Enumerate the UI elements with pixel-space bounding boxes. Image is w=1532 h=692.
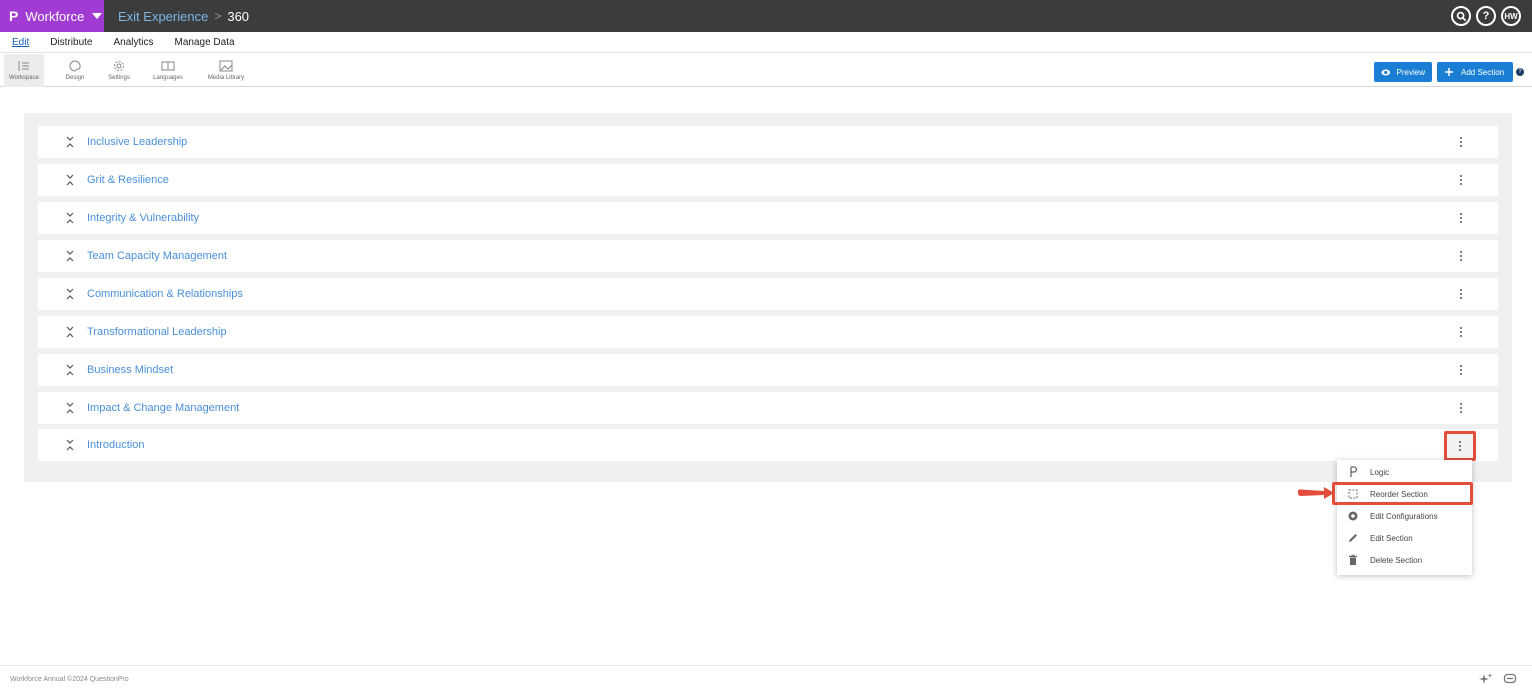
questionpro-logo-icon: P	[9, 8, 19, 24]
section-row[interactable]: Business Mindset	[38, 354, 1498, 386]
collapse-icon[interactable]	[65, 438, 75, 452]
image-icon	[219, 60, 233, 72]
annotation-arrow-icon	[1298, 487, 1334, 499]
product-name: Workforce	[25, 8, 85, 24]
breadcrumb-survey-link[interactable]: Exit Experience	[118, 9, 208, 24]
kebab-menu-icon[interactable]	[1454, 325, 1468, 339]
collapse-icon[interactable]	[65, 173, 75, 187]
kebab-menu-icon[interactable]	[1454, 363, 1468, 377]
section-row[interactable]: Impact & Change Management	[38, 392, 1498, 424]
collapse-icon[interactable]	[65, 211, 75, 225]
collapse-icon[interactable]	[65, 401, 75, 415]
section-context-menu: Logic Reorder Section Edit Configuration…	[1337, 460, 1472, 575]
section-title[interactable]: Business Mindset	[87, 364, 173, 376]
caret-down-icon	[92, 13, 103, 19]
section-title[interactable]: Transformational Leadership	[87, 326, 227, 338]
sparkle-icon[interactable]	[1479, 672, 1493, 686]
menu-item-edit-section[interactable]: Edit Section	[1337, 528, 1472, 548]
preview-button[interactable]: Preview	[1374, 62, 1432, 82]
top-icons: ? HW	[1451, 6, 1521, 26]
gear-icon	[1347, 510, 1359, 522]
collapse-icon[interactable]	[65, 325, 75, 339]
search-icon[interactable]	[1451, 6, 1471, 26]
tool-label: Media Library	[207, 75, 245, 81]
breadcrumb-current: 360	[227, 8, 250, 24]
add-section-label: Add Section	[1461, 67, 1505, 77]
tool-label: Workspace	[9, 75, 39, 81]
collapse-icon[interactable]	[65, 287, 75, 301]
menu-item-delete-section[interactable]: Delete Section	[1337, 550, 1472, 570]
kebab-menu-icon[interactable]	[1454, 173, 1468, 187]
trash-icon	[1347, 554, 1359, 566]
kebab-dots	[1459, 441, 1461, 451]
palette-icon	[69, 60, 81, 72]
translate-icon	[161, 61, 175, 71]
section-title[interactable]: Grit & Resilience	[87, 174, 169, 186]
tool-label: Languages	[153, 75, 183, 81]
gear-icon	[114, 61, 124, 71]
copyright-text: Workforce Annual ©2024 QuestionPro	[10, 676, 129, 683]
menu-item-label: Logic	[1370, 467, 1390, 477]
top-bar: P Workforce Exit Experience > 360 ? HW	[0, 0, 1532, 32]
kebab-menu-icon[interactable]	[1454, 287, 1468, 301]
tool-media-library[interactable]: Media Library	[202, 54, 250, 87]
collapse-icon[interactable]	[65, 135, 75, 149]
collapse-icon[interactable]	[65, 363, 75, 377]
product-switcher[interactable]: P Workforce	[0, 0, 104, 32]
section-title[interactable]: Inclusive Leadership	[87, 136, 187, 148]
help-icon[interactable]: ?	[1516, 68, 1524, 76]
collapse-icon[interactable]	[65, 249, 75, 263]
reorder-highlight-box	[1332, 482, 1473, 505]
section-title[interactable]: Team Capacity Management	[87, 250, 227, 262]
sections-canvas: Inclusive Leadership Grit & Resilience I…	[24, 113, 1512, 482]
tool-languages[interactable]: Languages	[148, 54, 188, 87]
logic-icon	[1347, 466, 1359, 478]
section-row[interactable]: Transformational Leadership	[38, 316, 1498, 348]
menu-item-label: Edit Section	[1370, 533, 1413, 543]
kebab-menu-icon[interactable]	[1454, 211, 1468, 225]
footer: Workforce Annual ©2024 QuestionPro	[0, 665, 1532, 692]
menu-item-edit-configurations[interactable]: Edit Configurations	[1337, 506, 1472, 526]
section-row[interactable]: Team Capacity Management	[38, 240, 1498, 272]
help-icon[interactable]: ?	[1476, 6, 1496, 26]
tool-settings[interactable]: Settings	[102, 54, 136, 87]
menu-item-logic[interactable]: Logic	[1337, 462, 1472, 482]
chat-icon[interactable]	[1503, 672, 1517, 686]
section-row[interactable]: Grit & Resilience	[38, 164, 1498, 196]
section-row[interactable]: Integrity & Vulnerability	[38, 202, 1498, 234]
menu-item-label: Edit Configurations	[1370, 511, 1438, 521]
breadcrumb: Exit Experience > 360	[118, 0, 249, 32]
add-section-button[interactable]: Add Section	[1437, 62, 1513, 82]
breadcrumb-separator: >	[214, 9, 222, 23]
menu-analytics[interactable]: Analytics	[113, 37, 153, 48]
section-title[interactable]: Introduction	[87, 439, 144, 451]
introduction-kebab-menu-icon[interactable]	[1444, 431, 1476, 461]
kebab-menu-icon[interactable]	[1454, 249, 1468, 263]
section-title[interactable]: Integrity & Vulnerability	[87, 212, 199, 224]
menu-distribute[interactable]: Distribute	[50, 37, 92, 48]
pencil-icon	[1347, 532, 1359, 544]
menu-item-label: Delete Section	[1370, 555, 1423, 565]
menu-edit[interactable]: Edit	[12, 37, 29, 48]
section-row[interactable]: Introduction	[38, 429, 1498, 461]
main-menu: Edit Distribute Analytics Manage Data	[0, 32, 1532, 53]
section-title[interactable]: Impact & Change Management	[87, 402, 239, 414]
user-avatar[interactable]: HW	[1501, 6, 1521, 26]
tool-design[interactable]: Design	[58, 54, 92, 87]
tool-label: Design	[65, 75, 85, 81]
workspace-icon	[18, 61, 29, 71]
section-row[interactable]: Communication & Relationships	[38, 278, 1498, 310]
kebab-menu-icon[interactable]	[1454, 135, 1468, 149]
eye-icon	[1381, 68, 1391, 76]
section-title[interactable]: Communication & Relationships	[87, 288, 243, 300]
tool-label: Settings	[108, 75, 130, 81]
tool-workspace[interactable]: Workspace	[4, 54, 44, 87]
plus-icon	[1445, 68, 1453, 76]
kebab-menu-icon[interactable]	[1454, 401, 1468, 415]
section-row[interactable]: Inclusive Leadership	[38, 126, 1498, 158]
preview-label: Preview	[1396, 67, 1425, 77]
tool-strip: Workspace Design Settings Languages Medi…	[0, 54, 1532, 87]
menu-manage-data[interactable]: Manage Data	[175, 37, 235, 48]
